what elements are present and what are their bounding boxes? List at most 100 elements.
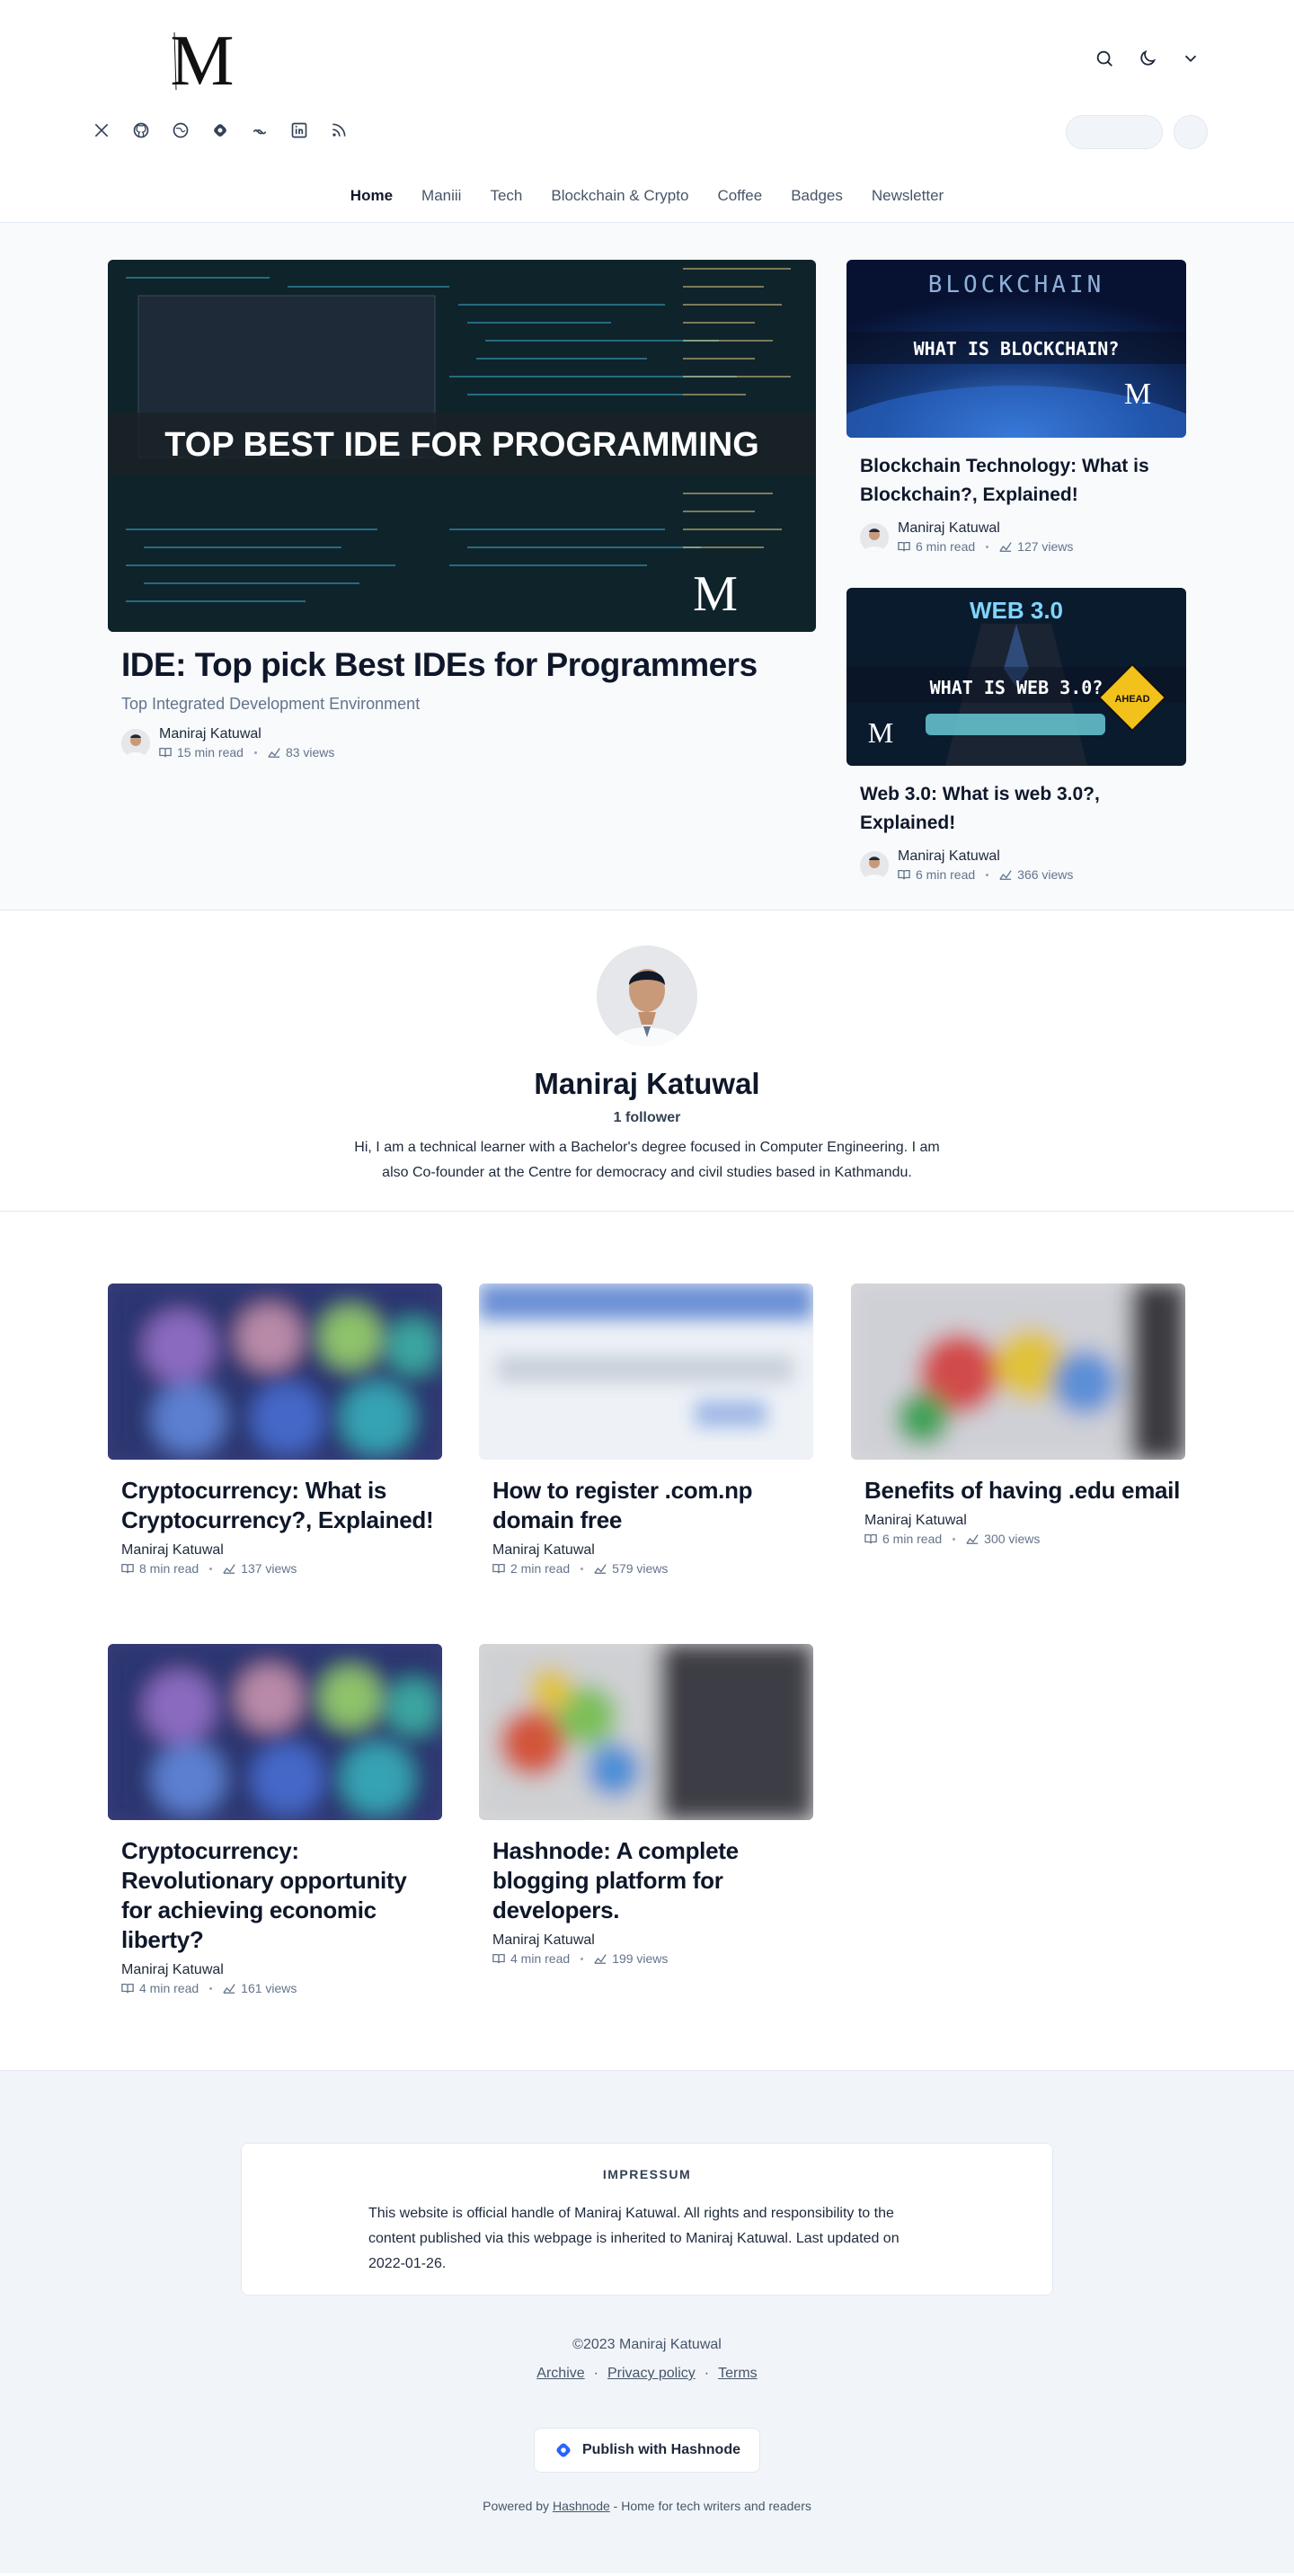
read-time: 6 min read [916,539,976,554]
avatar[interactable] [860,850,889,880]
post-card[interactable]: Cryptocurrency: Revolutionary opportunit… [108,1644,442,1995]
post-title[interactable]: How to register .com.np domain free [492,1476,813,1535]
hashnode-icon[interactable] [208,119,232,142]
header-placeholder-buttons [1066,115,1208,149]
nav-item-badges[interactable]: Badges [791,187,843,205]
post-title[interactable]: Cryptocurrency: Revolutionary opportunit… [121,1836,442,1955]
featured-side-cover[interactable]: WEB 3.0 WHAT IS WEB 3.0? AHEAD M [846,588,1186,766]
x-icon[interactable] [90,119,113,142]
post-cover[interactable] [479,1644,813,1820]
avatar[interactable] [860,522,889,552]
author-name[interactable]: Maniraj Katuwal [492,1932,813,1949]
author-name[interactable]: Maniraj Katuwal [864,1513,1185,1529]
post-meta: 4 min read 199 views [492,1951,813,1966]
nav-item-coffee[interactable]: Coffee [717,187,762,205]
featured-main-author-row: Maniraj Katuwal 15 min read 83 views [121,726,816,759]
publish-with-hashnode-button[interactable]: Publish with Hashnode [534,2428,760,2473]
svg-text:AHEAD: AHEAD [1114,694,1149,705]
book-icon [898,869,910,880]
search-icon[interactable] [1091,45,1118,72]
hashnode-link[interactable]: Hashnode [553,2499,610,2513]
post-cover[interactable] [851,1284,1185,1460]
featured-side-post-blockchain[interactable]: BLOCKCHAIN WHAT IS BLOCKCHAIN? M Blockch… [846,260,1186,554]
copyright: ©2023 Maniraj Katuwal [572,2337,722,2352]
linkedin-icon[interactable] [288,119,311,142]
read-time: 8 min read [139,1561,199,1576]
sign-in-button-placeholder[interactable] [1066,115,1163,149]
site-header: M Home Maniii Tech Blockchain & Crypto C… [0,0,1294,223]
impressum-text: This website is official handle of Manir… [368,2206,900,2271]
link-icon[interactable] [248,119,271,142]
globe-icon[interactable] [169,119,192,142]
footer-links: Archive · Privacy policy · Terms [0,2366,1294,2382]
svg-text:M: M [693,566,738,622]
read-time: 2 min read [510,1561,571,1576]
powered-suffix: - Home for tech writers and readers [613,2499,811,2513]
views: 366 views [1017,867,1074,882]
rss-icon[interactable] [327,119,350,142]
nav-item-maniii[interactable]: Maniii [421,187,461,205]
impressum-title: IMPRESSUM [602,2167,692,2181]
post-meta: 6 min read 366 views [898,867,1073,882]
publish-label: Publish with Hashnode [581,2442,740,2457]
post-cover[interactable] [479,1284,813,1460]
chevron-down-icon[interactable] [1177,45,1204,72]
nav-item-blockchain-crypto[interactable]: Blockchain & Crypto [551,187,688,205]
author-name[interactable]: Maniraj Katuwal [0,1067,1294,1101]
featured-side-title[interactable]: Web 3.0: What is web 3.0?, Explained! [860,780,1186,838]
post-meta: 2 min read 579 views [492,1561,813,1576]
views: 161 views [241,1981,297,1995]
post-grid: Cryptocurrency: What is Cryptocurrency?,… [0,1212,1294,2070]
post-cover[interactable] [108,1644,442,1820]
featured-main-post[interactable]: TOP BEST IDE FOR PROGRAMMING M IDE: Top … [108,260,816,759]
read-time: 6 min read [916,867,976,882]
post-card[interactable]: Benefits of having .edu email Maniraj Ka… [851,1284,1185,1546]
svg-text:WEB 3.0: WEB 3.0 [970,597,1063,624]
post-card[interactable]: Cryptocurrency: What is Cryptocurrency?,… [108,1284,442,1576]
powered-by: Powered by Hashnode - Home for tech writ… [0,2499,1294,2513]
post-title[interactable]: Benefits of having .edu email [864,1476,1185,1506]
chart-icon [966,1534,979,1544]
featured-side-title[interactable]: Blockchain Technology: What is Blockchai… [860,452,1186,510]
views: 300 views [984,1532,1041,1546]
author-name[interactable]: Maniraj Katuwal [121,1542,442,1559]
post-card[interactable]: Hashnode: A complete blogging platform f… [479,1644,813,1966]
author-name[interactable]: Maniraj Katuwal [159,726,334,742]
github-icon[interactable] [129,119,153,142]
post-card[interactable]: How to register .com.np domain free Mani… [479,1284,813,1576]
blog-logo[interactable]: M [164,27,241,93]
moon-icon[interactable] [1134,45,1161,72]
post-meta: 15 min read 83 views [159,745,334,759]
chart-icon [594,1954,607,1964]
featured-main-cover[interactable]: TOP BEST IDE FOR PROGRAMMING M [108,260,816,632]
views: 137 views [241,1561,297,1576]
footer-link-terms[interactable]: Terms [718,2366,758,2382]
author-name[interactable]: Maniraj Katuwal [121,1962,442,1978]
nav-item-tech[interactable]: Tech [490,187,522,205]
svg-text:M: M [868,716,893,749]
footer-link-privacy[interactable]: Privacy policy [607,2366,696,2382]
nav-item-home[interactable]: Home [350,187,393,205]
author-name[interactable]: Maniraj Katuwal [898,848,1073,865]
chart-icon [268,748,280,758]
featured-main-title[interactable]: IDE: Top pick Best IDEs for Programmers [121,646,816,684]
profile-button-placeholder[interactable] [1174,115,1208,149]
svg-text:M: M [170,27,234,93]
author-avatar[interactable] [597,946,697,1046]
author-name[interactable]: Maniraj Katuwal [492,1542,813,1559]
post-meta: 4 min read 161 views [121,1981,442,1995]
avatar[interactable] [121,728,150,758]
post-title[interactable]: Cryptocurrency: What is Cryptocurrency?,… [121,1476,442,1535]
post-meta: 8 min read 137 views [121,1561,442,1576]
featured-side-cover[interactable]: BLOCKCHAIN WHAT IS BLOCKCHAIN? M [846,260,1186,438]
read-time: 6 min read [882,1532,943,1546]
post-title[interactable]: Hashnode: A complete blogging platform f… [492,1836,813,1925]
featured-side-post-web3[interactable]: WEB 3.0 WHAT IS WEB 3.0? AHEAD M Web 3.0… [846,588,1186,882]
follower-count[interactable]: 1 follower [0,1110,1294,1126]
header-actions [1091,45,1204,72]
author-name[interactable]: Maniraj Katuwal [898,520,1073,537]
book-icon [864,1533,877,1544]
footer-link-archive[interactable]: Archive [536,2366,584,2382]
nav-item-newsletter[interactable]: Newsletter [872,187,944,205]
post-cover[interactable] [108,1284,442,1460]
